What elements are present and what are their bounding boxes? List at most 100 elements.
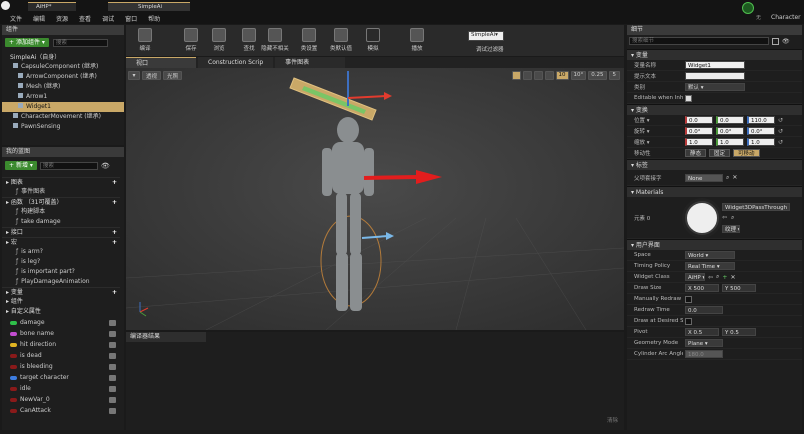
variable-row[interactable]: is bleeding: [2, 361, 120, 372]
details-search[interactable]: 搜索细节: [629, 37, 769, 45]
clear-button[interactable]: 清除: [607, 416, 618, 424]
bp-var-group[interactable]: ▸ 组件: [2, 297, 120, 307]
user-icon[interactable]: [742, 2, 754, 14]
add-icon[interactable]: +: [722, 274, 727, 281]
pivot-x[interactable]: X 0.5: [685, 328, 719, 336]
scale-x[interactable]: 1.0: [685, 138, 713, 146]
toolbar-button-5[interactable]: 类设置: [292, 26, 326, 55]
new-button[interactable]: + 新增 ▾: [5, 161, 37, 170]
window-tab[interactable]: AiHP*: [28, 2, 76, 11]
tab-title[interactable]: SimpleAi: [108, 2, 190, 11]
menu-item-5[interactable]: 窗口: [125, 14, 137, 23]
rotation-x[interactable]: 0.0°: [685, 127, 713, 135]
draw-size-x[interactable]: X 500: [685, 284, 719, 292]
variable-row[interactable]: CanAttack: [2, 405, 120, 416]
widget-class-select[interactable]: AiHP ▾: [685, 273, 705, 281]
visibility-icon[interactable]: [109, 363, 116, 370]
bp-section-1[interactable]: ▸ 函数 （31可覆盖） +: [2, 197, 120, 207]
translate-tool-icon[interactable]: [511, 71, 521, 80]
menu-item-6[interactable]: 帮助: [148, 14, 160, 23]
editor-tab-2[interactable]: 事件图表: [275, 57, 346, 68]
tooltip-field[interactable]: [685, 72, 745, 80]
bp-section-4[interactable]: ▸ 变量 +: [2, 287, 120, 297]
component-root[interactable]: SimpleAi（自身）: [10, 52, 60, 61]
location-z[interactable]: 110.0: [747, 116, 775, 124]
add-icon[interactable]: +: [112, 198, 117, 207]
redraw-time-field[interactable]: 0.0: [685, 306, 723, 314]
add-icon[interactable]: +: [112, 238, 117, 247]
editor-tab-0[interactable]: 视口: [126, 57, 196, 68]
texture-select[interactable]: 纹理 ▾: [722, 224, 740, 233]
bp-item[interactable]: ƒ take damage: [2, 217, 120, 227]
visibility-icon[interactable]: [109, 330, 116, 337]
details-section[interactable]: ▾ 变量: [627, 49, 802, 60]
use-icon[interactable]: ⇦: [708, 274, 713, 281]
arc-angle-field[interactable]: 180.0: [685, 350, 723, 358]
bp-item[interactable]: ƒ is important part?: [2, 267, 120, 277]
variable-row[interactable]: NewVar_0: [2, 394, 120, 405]
details-section[interactable]: ▾ Materials: [627, 186, 802, 197]
variable-row[interactable]: target character: [2, 372, 120, 383]
details-section[interactable]: ▾ 标签: [627, 159, 802, 170]
pivot-y[interactable]: Y 0.5: [722, 328, 756, 336]
visibility-icon[interactable]: [109, 352, 116, 359]
visibility-icon[interactable]: [109, 374, 116, 381]
component-item[interactable]: Arrow1: [2, 92, 124, 102]
scale-z[interactable]: 1.0: [747, 138, 775, 146]
debug-select[interactable]: SimpleAi▾: [468, 31, 504, 41]
menu-item-4[interactable]: 调试: [102, 14, 114, 23]
clear-icon[interactable]: ✕: [732, 174, 737, 181]
visibility-icon[interactable]: [109, 341, 116, 348]
grid-view-icon[interactable]: [772, 37, 779, 45]
toolbar-button-2[interactable]: 浏览: [202, 26, 236, 55]
components-search[interactable]: 搜索: [52, 38, 108, 47]
lighting-button[interactable]: 光照: [163, 71, 183, 80]
location-x[interactable]: 0.0: [685, 116, 713, 124]
bp-section-2[interactable]: ▸ 接口 +: [2, 227, 120, 237]
eye-icon[interactable]: 👁: [782, 38, 790, 45]
scale-tool-icon[interactable]: [533, 71, 543, 80]
checkbox[interactable]: [685, 94, 692, 102]
reset-icon[interactable]: ↺: [778, 139, 783, 146]
menu-item-1[interactable]: 编辑: [33, 14, 45, 23]
category-select[interactable]: 默认 ▾: [685, 83, 745, 91]
toolbar-button-0[interactable]: 编译: [128, 26, 162, 55]
bp-var-group[interactable]: ▸ 自定义属性: [2, 307, 120, 317]
add-component-button[interactable]: + 添加组件 ▾: [5, 38, 49, 47]
variable-row[interactable]: damage: [2, 317, 120, 328]
viewport-options-button[interactable]: ▾: [128, 71, 140, 80]
toolbar-button-6[interactable]: 类默认值: [324, 26, 358, 55]
add-icon[interactable]: +: [112, 288, 117, 297]
bp-section-3[interactable]: ▸ 宏 +: [2, 237, 120, 247]
search-icon[interactable]: ⌕: [716, 273, 719, 281]
component-item[interactable]: CapsuleComponent (继承): [2, 62, 124, 72]
use-selected-icon[interactable]: ⇦: [722, 214, 727, 222]
bp-item[interactable]: ƒ is arm?: [2, 247, 120, 257]
blueprint-search[interactable]: 搜索: [39, 161, 98, 170]
add-icon[interactable]: +: [112, 178, 117, 187]
visibility-icon[interactable]: [109, 407, 116, 414]
reset-icon[interactable]: ↺: [778, 128, 783, 135]
clear-icon[interactable]: ✕: [730, 274, 735, 281]
mobility-option-1[interactable]: 固定: [709, 149, 731, 157]
mobility-option-0[interactable]: 静态: [685, 149, 707, 157]
rotate-tool-icon[interactable]: [522, 71, 532, 80]
visibility-icon[interactable]: [109, 319, 116, 326]
eye-icon[interactable]: 👁: [101, 162, 110, 170]
component-item[interactable]: ArrowComponent (继承): [2, 72, 124, 82]
bp-item[interactable]: ƒ 事件图表: [2, 187, 120, 197]
variable-row[interactable]: is dead: [2, 350, 120, 361]
toolbar-button-7[interactable]: 模拟: [356, 26, 390, 55]
toolbar-button-4[interactable]: 隐藏不相关: [258, 26, 292, 55]
location-y[interactable]: 0.0: [716, 116, 744, 124]
component-item[interactable]: Widget1: [2, 102, 124, 112]
search-icon[interactable]: ⌕: [731, 214, 734, 222]
menu-item-2[interactable]: 资源: [56, 14, 68, 23]
scale-y[interactable]: 1.0: [716, 138, 744, 146]
component-item[interactable]: Mesh (继承): [2, 82, 124, 92]
timing-select[interactable]: Real Time ▾: [685, 262, 735, 270]
variable-row[interactable]: bone name: [2, 328, 120, 339]
rotation-z[interactable]: 0.0°: [747, 127, 775, 135]
add-icon[interactable]: +: [112, 228, 117, 237]
view-mode-button[interactable]: 透视: [142, 71, 162, 80]
